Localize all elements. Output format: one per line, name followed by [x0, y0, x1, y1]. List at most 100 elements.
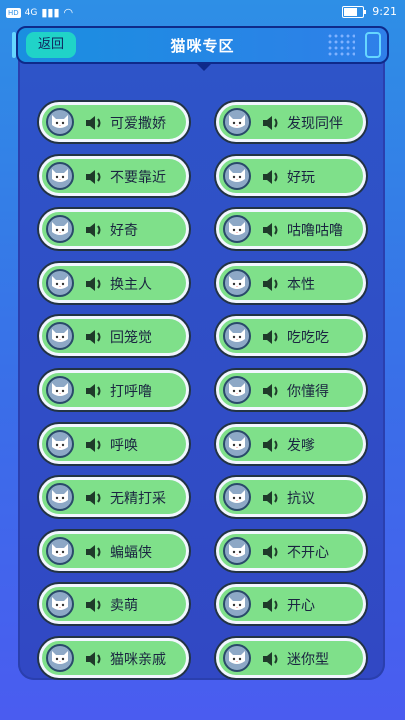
sound-button-label: 开心: [287, 598, 315, 614]
cat-face-icon: [46, 644, 74, 672]
sound-button-label: 回笼觉: [110, 330, 152, 346]
sound-button-label: 好奇: [110, 223, 138, 239]
sound-button[interactable]: 好玩: [216, 156, 366, 196]
cat-face-icon: [223, 162, 251, 190]
sound-button[interactable]: 迷你型: [216, 638, 366, 678]
cat-face-icon: [223, 108, 251, 136]
cat-face-icon: [46, 162, 74, 190]
cat-face-icon: [46, 537, 74, 565]
left-decoration: [12, 32, 16, 58]
cat-face-icon: [46, 108, 74, 136]
speaker-icon: [261, 220, 281, 240]
sound-button[interactable]: 卖萌: [39, 584, 189, 624]
speaker-icon: [84, 167, 104, 187]
speaker-icon: [84, 649, 104, 669]
clock: 9:21: [372, 5, 397, 18]
cat-face-icon: [223, 376, 251, 404]
status-right: 9:21: [342, 5, 397, 18]
cat-face-icon: [223, 483, 251, 511]
sound-button-label: 好玩: [287, 170, 315, 186]
speaker-icon: [84, 327, 104, 347]
speaker-icon: [261, 649, 281, 669]
sound-button[interactable]: 无精打采: [39, 477, 189, 517]
right-decoration: [365, 32, 381, 58]
speaker-icon: [261, 435, 281, 455]
speaker-icon: [261, 274, 281, 294]
sound-button[interactable]: 发嗲: [216, 424, 366, 464]
status-left: HD 4G ▮▮▮ ◠: [6, 6, 73, 19]
sound-button-label: 蝙蝠侠: [110, 545, 152, 561]
speaker-icon: [84, 113, 104, 133]
sound-button[interactable]: 可爱撒娇: [39, 102, 189, 142]
cat-face-icon: [223, 430, 251, 458]
speaker-icon: [84, 435, 104, 455]
dots-decoration: [327, 33, 355, 57]
sound-button[interactable]: 蝙蝠侠: [39, 531, 189, 571]
sound-button[interactable]: 你懂得: [216, 370, 366, 410]
speaker-icon: [84, 381, 104, 401]
sound-button[interactable]: 猫咪亲戚: [39, 638, 189, 678]
speaker-icon: [261, 542, 281, 562]
sound-button[interactable]: 咕噜咕噜: [216, 209, 366, 249]
speaker-icon: [261, 167, 281, 187]
sound-button-label: 吃吃吃: [287, 330, 329, 346]
status-bar: HD 4G ▮▮▮ ◠ 9:21: [0, 0, 405, 26]
sound-button-label: 咕噜咕噜: [287, 223, 343, 239]
speaker-icon: [84, 542, 104, 562]
speaker-icon: [261, 381, 281, 401]
wifi-icon: ◠: [63, 6, 74, 19]
header-bar: 返回 猫咪专区: [12, 26, 389, 64]
sound-button[interactable]: 打呼噜: [39, 370, 189, 410]
sound-button[interactable]: 呼唤: [39, 424, 189, 464]
sound-button-label: 呼唤: [110, 438, 138, 454]
speaker-icon: [84, 595, 104, 615]
signal-icon: ▮▮▮: [41, 6, 60, 19]
sound-button[interactable]: 抗议: [216, 477, 366, 517]
sound-button[interactable]: 不要靠近: [39, 156, 189, 196]
cat-face-icon: [223, 644, 251, 672]
cat-face-icon: [223, 215, 251, 243]
cat-face-icon: [223, 537, 251, 565]
cat-face-icon: [223, 269, 251, 297]
speaker-icon: [261, 113, 281, 133]
cat-face-icon: [46, 483, 74, 511]
sound-button-label: 卖萌: [110, 598, 138, 614]
cat-face-icon: [46, 590, 74, 618]
sound-button[interactable]: 不开心: [216, 531, 366, 571]
sound-button-label: 本性: [287, 277, 315, 293]
sound-button-label: 可爱撒娇: [110, 116, 166, 132]
speaker-icon: [84, 220, 104, 240]
sound-button[interactable]: 好奇: [39, 209, 189, 249]
sound-button-label: 换主人: [110, 277, 152, 293]
sound-button-label: 无精打采: [110, 491, 166, 507]
sound-button-label: 迷你型: [287, 652, 329, 668]
cat-face-icon: [46, 269, 74, 297]
sound-button[interactable]: 回笼觉: [39, 316, 189, 356]
cat-face-icon: [46, 376, 74, 404]
sound-button-label: 猫咪亲戚: [110, 652, 166, 668]
speaker-icon: [261, 488, 281, 508]
sound-button[interactable]: 换主人: [39, 263, 189, 303]
sound-button[interactable]: 吃吃吃: [216, 316, 366, 356]
sound-button[interactable]: 开心: [216, 584, 366, 624]
sound-button-label: 你懂得: [287, 384, 329, 400]
sound-button-label: 打呼噜: [110, 384, 152, 400]
sound-button-label: 不要靠近: [110, 170, 166, 186]
hd-indicator: HD: [6, 7, 21, 18]
cat-face-icon: [223, 322, 251, 350]
network-indicator: 4G: [24, 7, 38, 18]
sound-button-label: 抗议: [287, 491, 315, 507]
cat-face-icon: [46, 322, 74, 350]
sound-button[interactable]: 发现同伴: [216, 102, 366, 142]
sound-button-label: 发嗲: [287, 438, 315, 454]
cat-face-icon: [46, 430, 74, 458]
sound-button-label: 不开心: [287, 545, 329, 561]
cat-face-icon: [46, 215, 74, 243]
cat-face-icon: [223, 590, 251, 618]
speaker-icon: [84, 274, 104, 294]
speaker-icon: [261, 595, 281, 615]
battery-icon: [342, 5, 367, 18]
header-notch: [195, 62, 213, 71]
sound-button[interactable]: 本性: [216, 263, 366, 303]
sound-button-label: 发现同伴: [287, 116, 343, 132]
